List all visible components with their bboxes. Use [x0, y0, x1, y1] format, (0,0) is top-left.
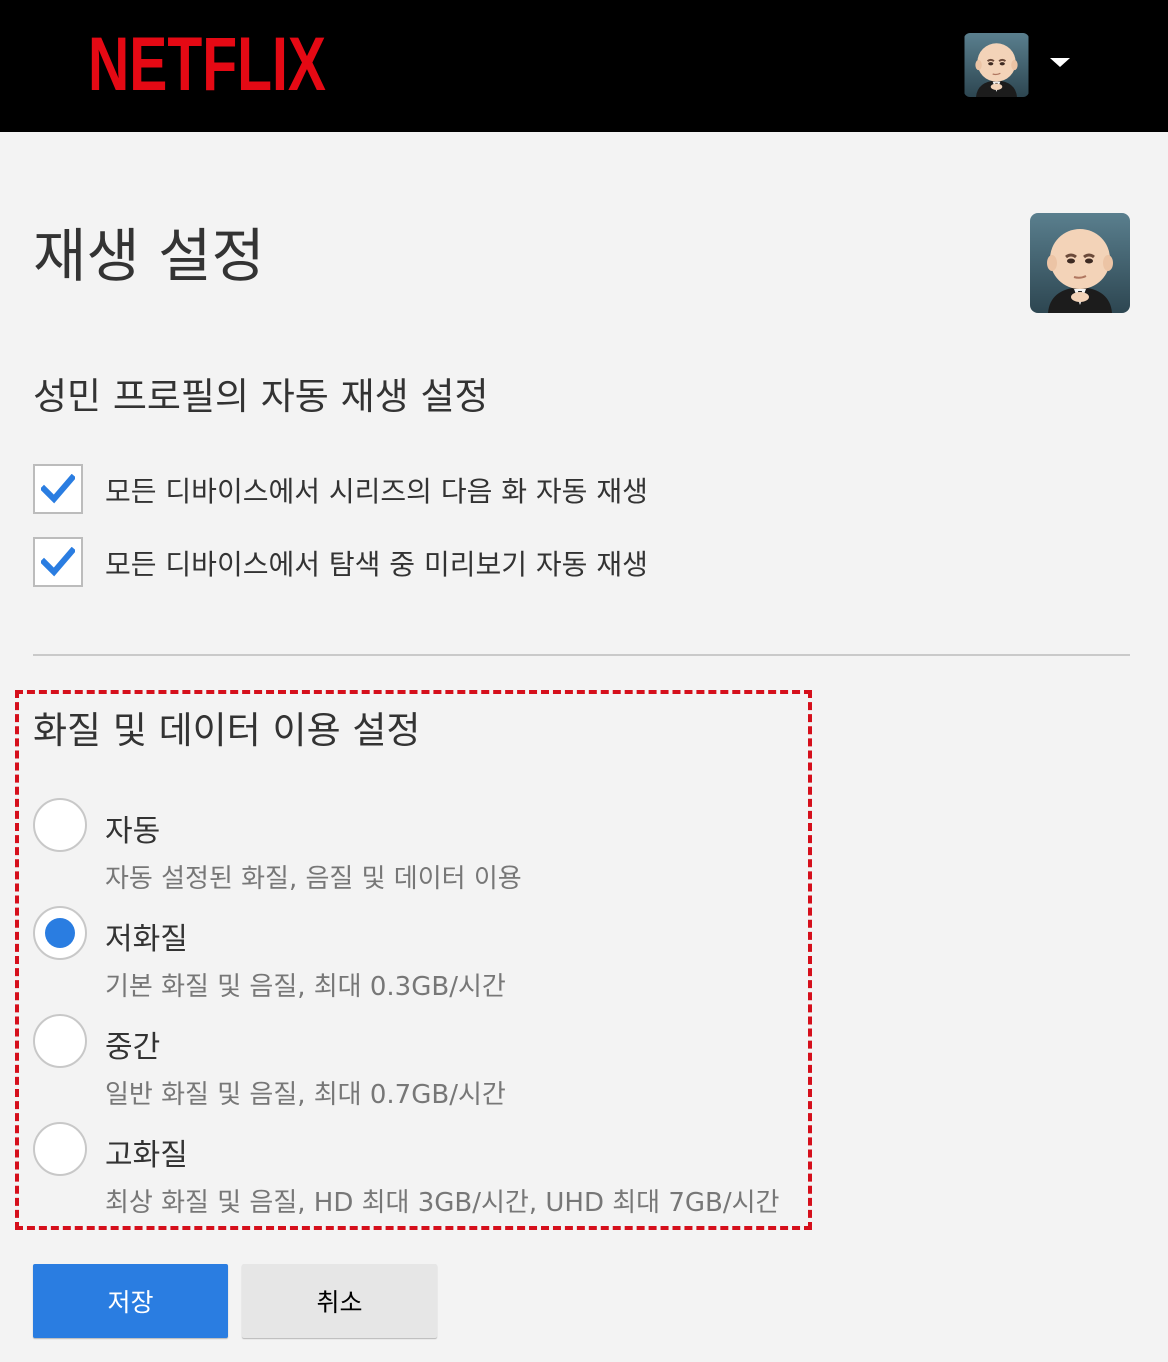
quality-section-title: 화질 및 데이터 이용 설정	[33, 709, 421, 752]
quality-label-high: 고화질	[105, 1138, 188, 1173]
logo-text: NETFLIX	[88, 24, 326, 96]
autoplay-previews-checkbox[interactable]	[33, 537, 83, 587]
quality-desc-low: 기본 화질 및 음질, 최대 0.3GB/시간	[105, 972, 506, 1002]
caret-down-icon[interactable]	[1050, 58, 1070, 67]
cancel-button[interactable]: 취소	[242, 1264, 437, 1338]
quality-label-medium: 중간	[105, 1030, 161, 1065]
autoplay-next-episode-checkbox[interactable]	[33, 464, 83, 514]
netflix-logo[interactable]: NETFLIX	[88, 24, 330, 96]
quality-radio-medium[interactable]	[33, 1014, 87, 1068]
boss-baby-avatar-icon	[1030, 213, 1130, 313]
checkmark-icon	[41, 474, 75, 504]
top-nav-bar: NETFLIX	[0, 0, 1168, 132]
quality-radio-high[interactable]	[33, 1122, 87, 1176]
section-divider	[33, 654, 1130, 656]
quality-desc-auto: 자동 설정된 화질, 음질 및 데이터 이용	[105, 864, 522, 894]
quality-desc-medium: 일반 화질 및 음질, 최대 0.7GB/시간	[105, 1080, 506, 1110]
radio-selected-dot	[45, 918, 75, 948]
checkmark-icon	[41, 547, 75, 577]
quality-label-auto: 자동	[105, 814, 161, 849]
autoplay-next-episode-label: 모든 디바이스에서 시리즈의 다음 화 자동 재생	[105, 475, 648, 508]
page-title: 재생 설정	[33, 222, 265, 290]
quality-radio-low[interactable]	[33, 906, 87, 960]
autoplay-section-title: 성민 프로필의 자동 재생 설정	[33, 375, 489, 418]
boss-baby-avatar-icon	[964, 33, 1029, 97]
quality-label-low: 저화질	[105, 922, 188, 957]
autoplay-previews-label: 모든 디바이스에서 탐색 중 미리보기 자동 재생	[105, 548, 648, 581]
account-avatar[interactable]	[964, 33, 1029, 97]
quality-radio-auto[interactable]	[33, 798, 87, 852]
quality-desc-high: 최상 화질 및 음질, HD 최대 3GB/시간, UHD 최대 7GB/시간	[105, 1188, 780, 1218]
profile-avatar	[1030, 213, 1130, 313]
save-button[interactable]: 저장	[33, 1264, 228, 1338]
